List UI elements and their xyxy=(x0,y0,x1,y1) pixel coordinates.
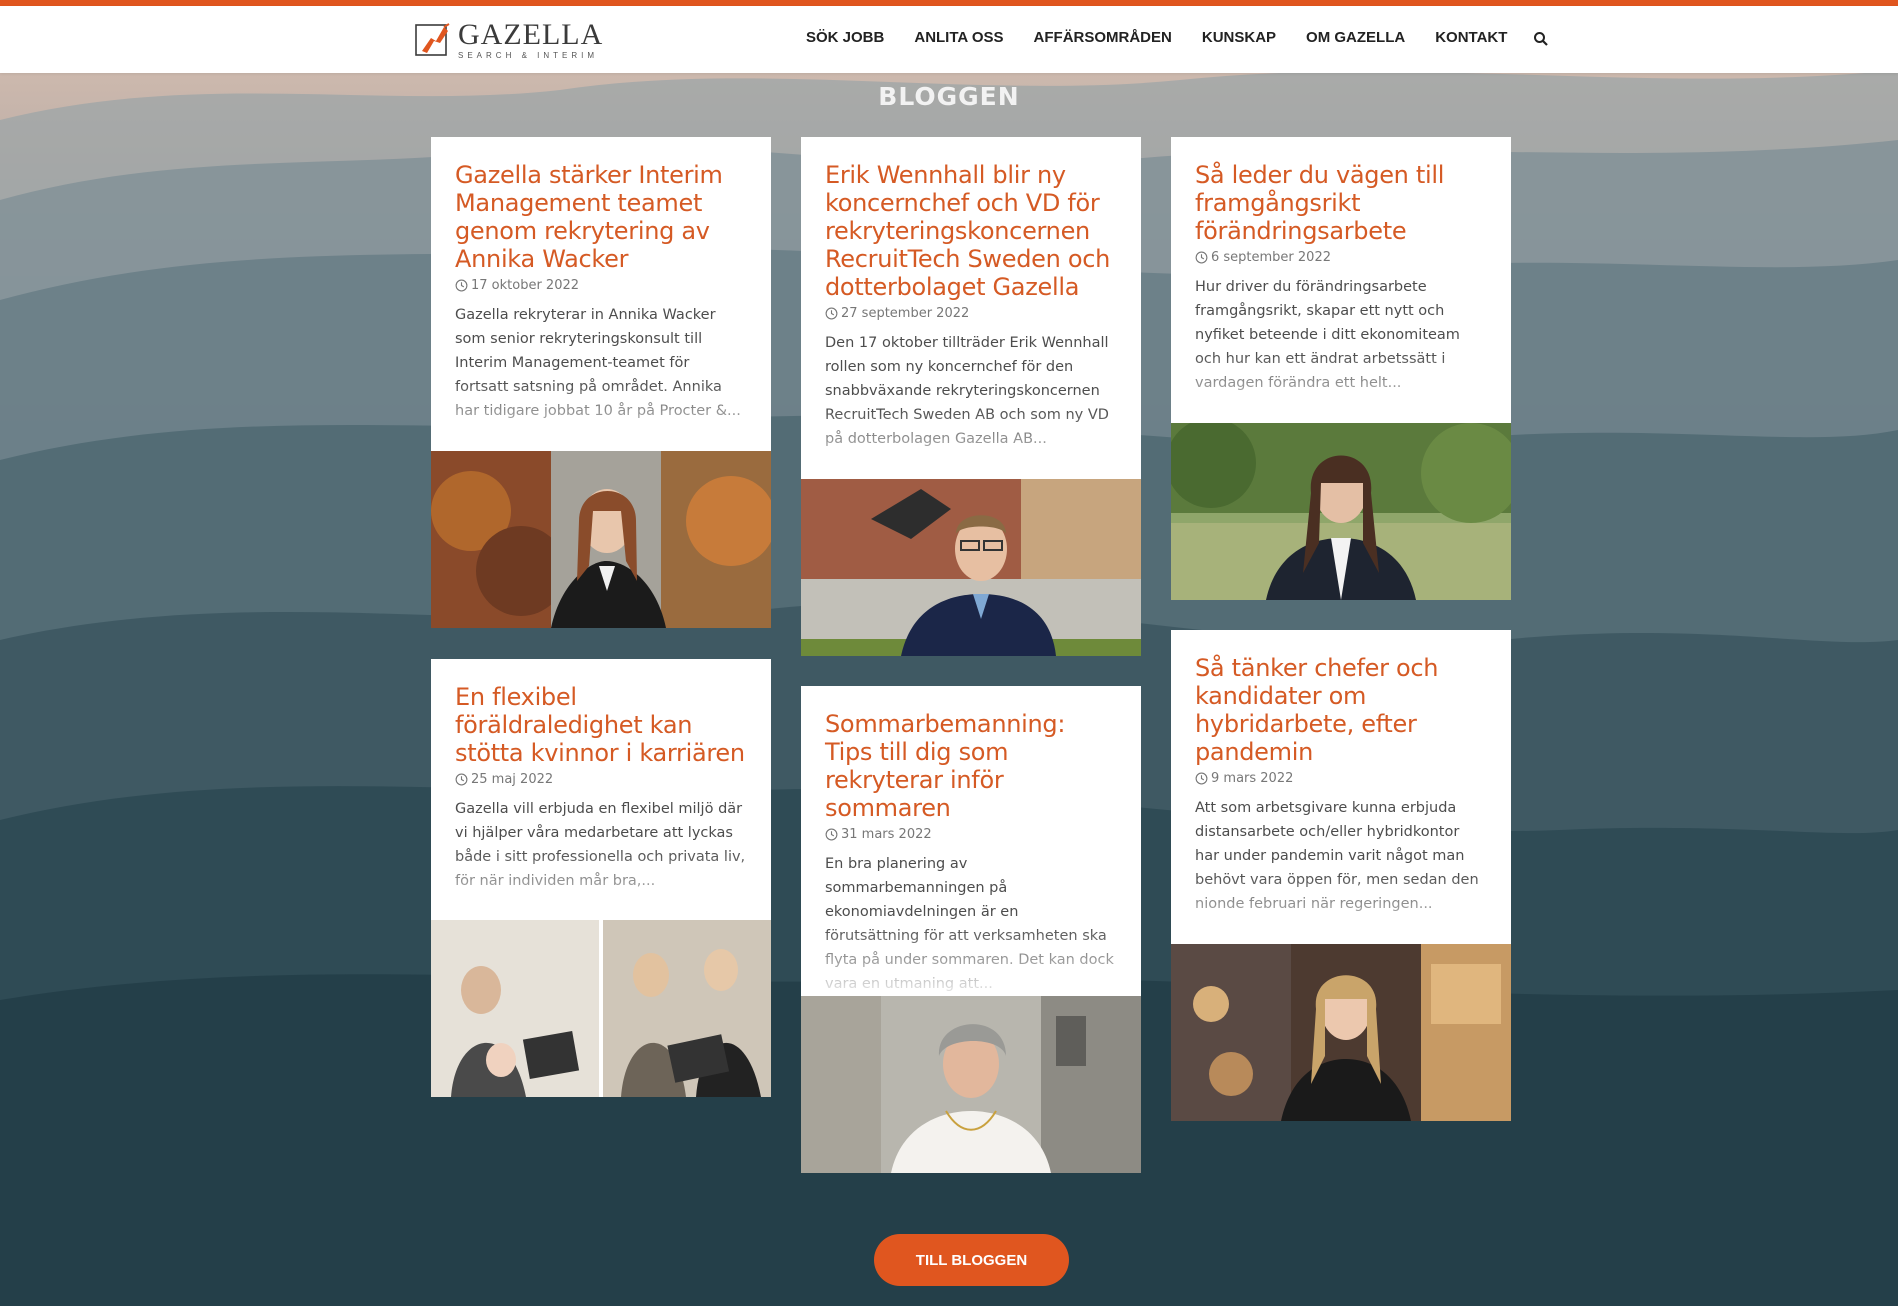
post-image-erik[interactable] xyxy=(801,479,1141,656)
blog-card[interactable]: Gazella stärker Interim Management teame… xyxy=(431,137,771,628)
nav-item-affarsomraden[interactable]: AFFÄRSOMRÅDEN xyxy=(1034,29,1172,46)
post-date-text: 6 september 2022 xyxy=(1211,250,1331,265)
excerpt-fade xyxy=(431,850,771,920)
blog-card[interactable]: Sommarbemanning: Tips till dig som rekry… xyxy=(801,686,1141,1173)
gazelle-logo-icon xyxy=(415,23,450,56)
post-date-text: 25 maj 2022 xyxy=(471,772,554,787)
post-image-hybrid-work[interactable] xyxy=(1171,944,1511,1121)
post-title[interactable]: Gazella stärker Interim Management teame… xyxy=(455,161,747,273)
post-title[interactable]: En flexibel föräldraledighet kan stötta … xyxy=(455,683,747,767)
clock-icon xyxy=(455,773,468,786)
logo-name: GAZELLA xyxy=(458,18,604,51)
clock-icon xyxy=(455,279,468,292)
clock-icon xyxy=(825,828,838,841)
blog-card[interactable]: Så leder du vägen till framgångsrikt för… xyxy=(1171,137,1511,600)
post-date: 31 mars 2022 xyxy=(825,827,1117,842)
post-date-text: 9 mars 2022 xyxy=(1211,771,1294,786)
post-image-annika[interactable] xyxy=(431,451,771,628)
excerpt-fade xyxy=(1171,874,1511,944)
excerpt-fade xyxy=(431,381,771,451)
post-date: 9 mars 2022 xyxy=(1195,771,1487,786)
post-title[interactable]: Så leder du vägen till framgångsrikt för… xyxy=(1195,161,1487,245)
nav-item-kontakt[interactable]: KONTAKT xyxy=(1435,29,1507,46)
post-title[interactable]: Så tänker chefer och kandidater om hybri… xyxy=(1195,654,1487,766)
excerpt-fade xyxy=(801,926,1141,996)
blog-section-title: BLOGGEN xyxy=(878,82,1020,111)
clock-icon xyxy=(1195,251,1208,264)
blog-card[interactable]: Erik Wennhall blir ny koncernchef och VD… xyxy=(801,137,1141,656)
blog-card[interactable]: Så tänker chefer och kandidater om hybri… xyxy=(1171,630,1511,1121)
nav-item-om-gazella[interactable]: OM GAZELLA xyxy=(1306,29,1405,46)
excerpt-fade xyxy=(1171,353,1511,423)
nav-item-anlita-oss[interactable]: ANLITA OSS xyxy=(914,29,1003,46)
post-date-text: 31 mars 2022 xyxy=(841,827,932,842)
main-nav: SÖK JOBB ANLITA OSS AFFÄRSOMRÅDEN KUNSKA… xyxy=(806,29,1549,46)
clock-icon xyxy=(1195,772,1208,785)
post-image-parental-leave[interactable] xyxy=(431,920,771,1097)
nav-item-kunskap[interactable]: KUNSKAP xyxy=(1202,29,1276,46)
post-date: 17 oktober 2022 xyxy=(455,278,747,293)
post-title[interactable]: Sommarbemanning: Tips till dig som rekry… xyxy=(825,710,1117,822)
site-header: GAZELLA SEARCH & INTERIM SÖK JOBB ANLITA… xyxy=(0,6,1898,73)
post-date: 6 september 2022 xyxy=(1195,250,1487,265)
post-image-summer-staffing[interactable] xyxy=(801,996,1141,1173)
till-bloggen-button[interactable]: TILL BLOGGEN xyxy=(874,1234,1069,1286)
gazella-logo[interactable]: GAZELLA SEARCH & INTERIM xyxy=(414,19,603,61)
logo-tagline: SEARCH & INTERIM xyxy=(458,51,599,60)
nav-item-sok-jobb[interactable]: SÖK JOBB xyxy=(806,29,884,46)
post-title[interactable]: Erik Wennhall blir ny koncernchef och VD… xyxy=(825,161,1117,301)
post-image-change-management[interactable] xyxy=(1171,423,1511,600)
excerpt-fade xyxy=(801,409,1141,479)
post-date-text: 17 oktober 2022 xyxy=(471,278,580,293)
clock-icon xyxy=(825,307,838,320)
blog-card[interactable]: En flexibel föräldraledighet kan stötta … xyxy=(431,659,771,1097)
post-date: 27 september 2022 xyxy=(825,306,1117,321)
post-date: 25 maj 2022 xyxy=(455,772,747,787)
search-icon[interactable] xyxy=(1533,31,1549,47)
post-date-text: 27 september 2022 xyxy=(841,306,970,321)
